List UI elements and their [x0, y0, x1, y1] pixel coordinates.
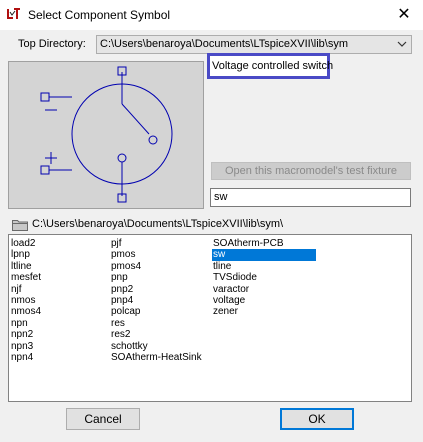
list-item[interactable]: pjf [110, 238, 202, 249]
top-directory-value: C:\Users\benaroya\Documents\LTspiceXVII\… [100, 38, 348, 50]
list-item[interactable]: pnp2 [110, 284, 202, 295]
list-item[interactable]: pmos4 [110, 261, 202, 272]
list-item[interactable]: npn3 [10, 341, 41, 352]
list-item[interactable]: varactor [212, 284, 316, 295]
cancel-button[interactable]: Cancel [66, 408, 140, 430]
window-title: Select Component Symbol [28, 8, 171, 22]
list-item[interactable]: SOAtherm-HeatSink [110, 352, 202, 363]
list-item[interactable]: sw [212, 249, 316, 261]
list-item[interactable]: nmos4 [10, 306, 41, 317]
ok-button[interactable]: OK [280, 408, 354, 430]
list-item[interactable]: zener [212, 306, 316, 317]
list-item[interactable]: res2 [110, 329, 202, 340]
list-item[interactable]: ltline [10, 261, 41, 272]
list-item[interactable]: npn [10, 318, 41, 329]
close-icon[interactable]: ✕ [393, 4, 415, 26]
list-item[interactable]: pnp4 [110, 295, 202, 306]
list-item[interactable]: pnp [110, 272, 202, 283]
list-item[interactable]: tline [212, 261, 316, 272]
symbol-description: Voltage controlled switch [207, 53, 334, 79]
list-item[interactable]: load2 [10, 238, 41, 249]
switch-symbol-drawing [40, 66, 173, 203]
ltspice-icon [6, 6, 22, 22]
list-item[interactable]: TVSdiode [212, 272, 316, 283]
list-item[interactable]: npn4 [10, 352, 41, 363]
component-list[interactable]: load2 lpnp ltline mesfet njf nmos nmos4 npn npn2… [8, 234, 412, 402]
component-column-2: pjf pmos pmos4 pnp pnp2 pnp4 polcap res res2 scho… [110, 238, 202, 363]
list-item[interactable]: lpnp [10, 249, 41, 260]
symbol-description-text: Voltage controlled switch [212, 60, 334, 72]
chevron-down-icon [397, 41, 407, 47]
top-directory-label: Top Directory: [18, 38, 86, 50]
list-item[interactable]: nmos [10, 295, 41, 306]
current-path-label: C:\Users\benaroya\Documents\LTspiceXVII\… [32, 218, 284, 230]
list-item[interactable]: res [110, 318, 202, 329]
list-item[interactable]: njf [10, 284, 41, 295]
folder-icon [12, 220, 28, 231]
title-bar: Select Component Symbol ✕ [0, 0, 423, 30]
list-item[interactable]: SOAtherm-PCB [212, 238, 316, 249]
symbol-search-input[interactable]: sw [210, 188, 411, 207]
list-item[interactable]: schottky [110, 341, 202, 352]
list-item[interactable]: pmos [110, 249, 202, 260]
list-item[interactable]: voltage [212, 295, 316, 306]
list-item[interactable]: npn2 [10, 329, 41, 340]
list-item[interactable]: mesfet [10, 272, 41, 283]
component-column-3: SOAtherm-PCB sw tline TVSdiode varactor volta… [212, 238, 316, 318]
top-directory-select[interactable]: C:\Users\benaroya\Documents\LTspiceXVII\… [96, 35, 412, 54]
symbol-preview [8, 61, 204, 209]
open-test-fixture-button[interactable]: Open this macromodel's test fixture [211, 162, 411, 180]
component-column-1: load2 lpnp ltline mesfet njf nmos nmos4 npn npn2… [10, 238, 41, 363]
list-item[interactable]: polcap [110, 306, 202, 317]
